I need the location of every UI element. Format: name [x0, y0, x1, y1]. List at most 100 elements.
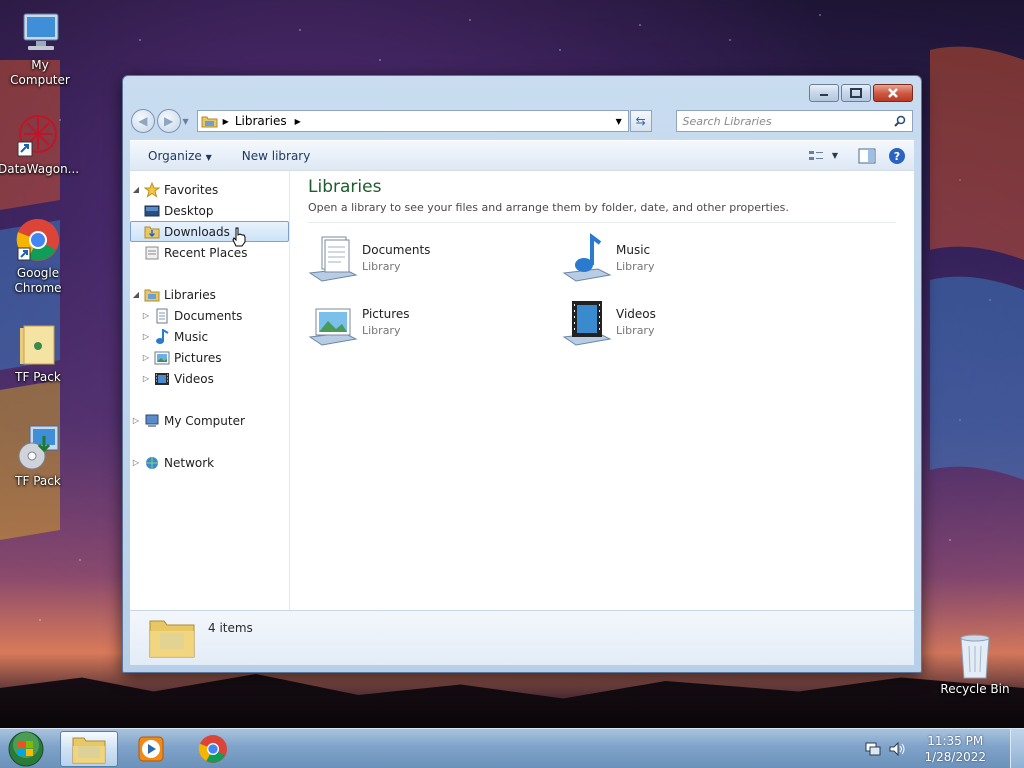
change-view-button[interactable]: ▼ [808, 149, 846, 163]
nav-item-recent-places[interactable]: Recent Places [130, 242, 289, 263]
address-dropdown-icon[interactable]: ▼ [616, 117, 628, 126]
computer-icon [144, 413, 160, 429]
back-arrow-icon: ◀ [138, 114, 148, 128]
maximize-icon [850, 88, 862, 98]
nav-my-computer[interactable]: ▷ My Computer [130, 410, 289, 431]
search-icon[interactable] [894, 115, 906, 127]
nav-item-videos[interactable]: ▷ Videos [130, 368, 289, 389]
volume-icon[interactable] [888, 741, 906, 757]
nav-network-label: Network [164, 455, 215, 470]
explorer-window[interactable]: ◀ ▶ ▼ ▶ Libraries ▶ ▼ ⇆ Search Libraries… [122, 75, 922, 673]
downloads-folder-icon [144, 224, 160, 240]
nav-item-label: Recent Places [164, 245, 248, 260]
maximize-button[interactable] [841, 84, 871, 102]
library-name: Music [616, 243, 651, 257]
search-placeholder: Search Libraries [682, 114, 772, 128]
library-item-documents[interactable]: Documents Library [308, 229, 562, 285]
nav-my-computer-label: My Computer [164, 413, 245, 428]
library-view: Libraries Open a library to see your fil… [290, 171, 914, 610]
collapse-arrow-icon[interactable]: ◢ [130, 185, 142, 194]
organize-menu[interactable]: Organize ▼ [130, 149, 224, 163]
network-status-icon[interactable] [864, 741, 882, 757]
clock[interactable]: 11:35 PM 1/28/2022 [924, 733, 986, 765]
expand-arrow-icon[interactable]: ▷ [140, 374, 152, 383]
clock-time: 11:35 PM [927, 734, 984, 748]
desktop-icon-recycle-bin[interactable]: Recycle Bin [935, 632, 1015, 697]
library-type: Library [616, 260, 655, 273]
desktop-icon-google-chrome[interactable]: Google Chrome [0, 216, 78, 296]
breadcrumb-libraries[interactable]: Libraries [235, 114, 287, 128]
expand-arrow-icon[interactable]: ▷ [130, 416, 142, 425]
start-button[interactable] [4, 729, 48, 768]
view-dropdown-icon: ▼ [831, 151, 838, 160]
start-orb-icon [8, 731, 44, 766]
breadcrumb-chevron-icon[interactable]: ▶ [295, 117, 301, 126]
library-type: Library [362, 260, 401, 273]
taskbar-chrome-button[interactable] [184, 731, 242, 767]
expand-arrow-icon[interactable]: ▷ [130, 458, 142, 467]
nav-libraries[interactable]: ◢ Libraries [130, 284, 289, 305]
library-item-videos[interactable]: Videos Library [562, 293, 816, 349]
library-name: Documents [362, 243, 431, 257]
expand-arrow-icon[interactable]: ▷ [140, 353, 152, 362]
desktop-icon-datawagon[interactable]: DataWagon... [0, 112, 79, 177]
address-bar[interactable]: ▶ Libraries ▶ ▼ [196, 110, 629, 132]
forward-arrow-icon: ▶ [164, 114, 174, 128]
refresh-button[interactable]: ⇆ [629, 110, 652, 132]
installer-icon [14, 424, 62, 472]
nav-item-downloads[interactable]: Downloads [130, 221, 289, 247]
desktop-icon [144, 203, 160, 219]
desktop-icon-my-computer[interactable]: My Computer [0, 8, 80, 88]
expand-arrow-icon[interactable]: ▷ [140, 311, 152, 320]
nav-item-label: Music [174, 329, 209, 344]
address-row: ◀ ▶ ▼ ▶ Libraries ▶ ▼ ⇆ Search Libraries [131, 108, 913, 134]
nav-item-label: Videos [174, 371, 214, 386]
command-bar: Organize ▼ New library ▼ ? [130, 140, 914, 170]
minimize-icon [820, 94, 828, 96]
libraries-large-icon [149, 620, 195, 658]
caption-buttons [809, 84, 913, 102]
nav-libraries-label: Libraries [164, 287, 216, 302]
breadcrumb-separator-icon: ▶ [222, 116, 229, 126]
library-item-music[interactable]: Music Library [562, 229, 816, 285]
library-item-pictures[interactable]: Pictures Library [308, 293, 562, 349]
minimize-button[interactable] [809, 84, 839, 102]
nav-item-desktop[interactable]: Desktop [130, 200, 289, 221]
nav-item-pictures[interactable]: ▷ Pictures [130, 347, 289, 368]
explorer-icon [72, 737, 106, 763]
show-desktop-button[interactable] [1010, 729, 1024, 768]
music-icon [154, 328, 170, 345]
new-library-button[interactable]: New library [224, 149, 323, 163]
music-library-icon [562, 233, 612, 283]
expand-arrow-icon[interactable]: ▷ [140, 332, 152, 341]
library-type: Library [616, 324, 655, 337]
collapse-arrow-icon[interactable]: ◢ [130, 290, 142, 299]
preview-pane-icon[interactable] [858, 148, 876, 164]
desktop-icon-label: Recycle Bin [940, 682, 1010, 696]
recent-pages-dropdown[interactable]: ▼ [183, 117, 189, 126]
library-name: Pictures [362, 307, 410, 321]
nav-item-music[interactable]: ▷ Music [130, 326, 289, 347]
nav-favorites[interactable]: ◢ Favorites [130, 179, 289, 200]
details-pane: 4 items [130, 610, 914, 665]
close-button[interactable] [873, 84, 913, 102]
nav-item-label: Documents [174, 308, 243, 323]
help-icon[interactable]: ? [888, 147, 906, 165]
nav-network[interactable]: ▷ Network [130, 452, 289, 473]
desktop-icon-tf-pack-folder[interactable]: TF Pack [0, 320, 78, 385]
taskbar-explorer-button[interactable] [60, 730, 118, 767]
desktop-icon-tf-pack-installer[interactable]: TF Pack [0, 424, 78, 489]
search-input[interactable]: Search Libraries [675, 110, 913, 132]
clock-date: 1/28/2022 [924, 750, 986, 764]
navigation-pane[interactable]: ◢ Favorites Desktop Downloads Recent Pla… [130, 171, 290, 610]
page-description: Open a library to see your files and arr… [308, 201, 896, 223]
pictures-library-icon [308, 297, 358, 347]
library-type: Library [362, 324, 401, 337]
forward-button[interactable]: ▶ [156, 109, 181, 133]
taskbar-media-player-button[interactable] [122, 731, 180, 767]
back-button[interactable]: ◀ [131, 109, 155, 133]
nav-item-documents[interactable]: ▷ Documents [130, 305, 289, 326]
pictures-icon [154, 350, 170, 366]
organize-label: Organize [148, 148, 202, 163]
desktop-icon-label: TF Pack [15, 474, 61, 488]
